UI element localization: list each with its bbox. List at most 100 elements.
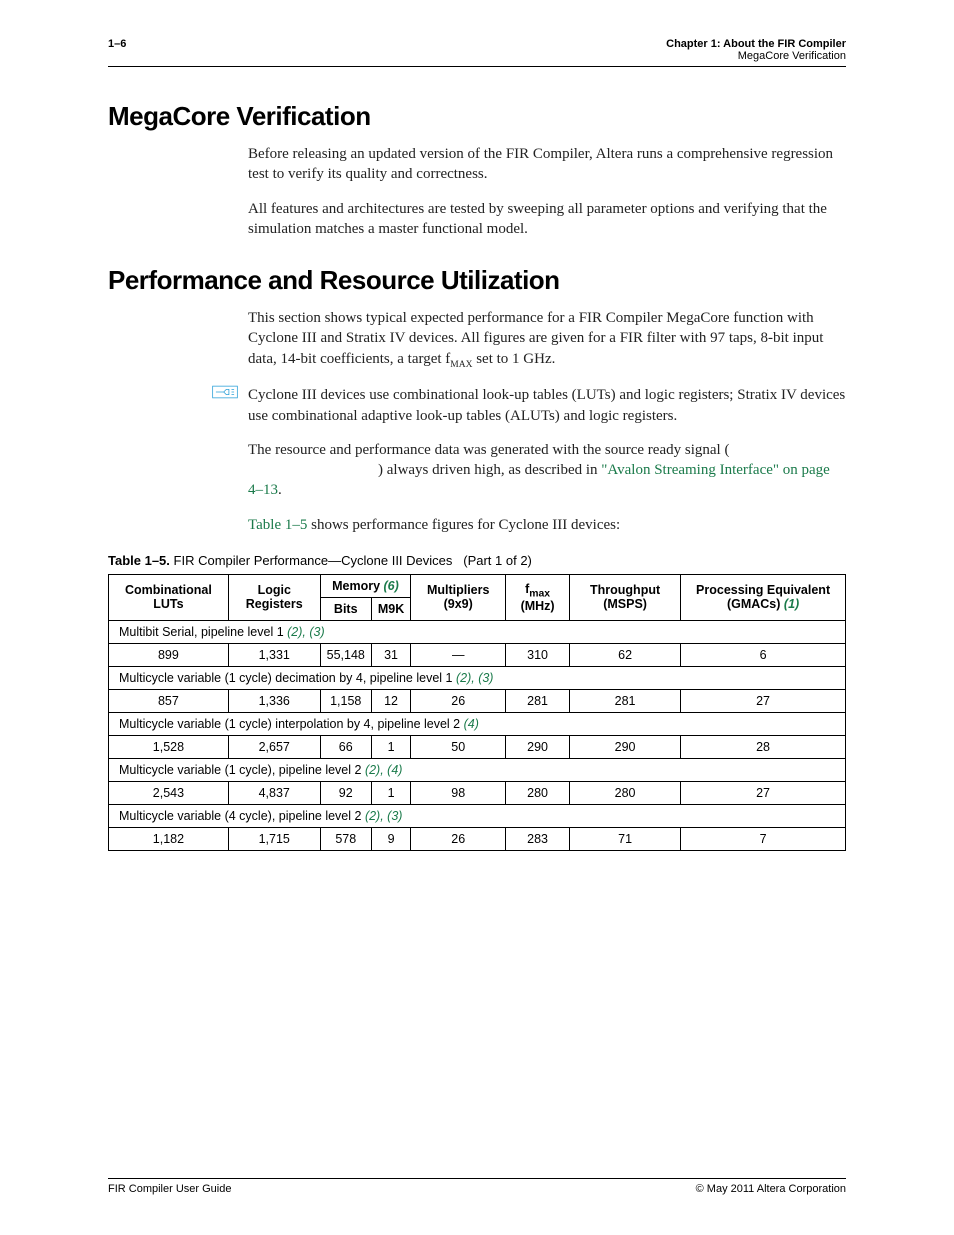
section2-body: This section shows typical expected perf…: [248, 308, 846, 371]
document-page: 1–6 Chapter 1: About the FIR Compiler Me…: [0, 0, 954, 1235]
table-group-row: Multicycle variable (1 cycle), pipeline …: [109, 758, 846, 781]
table-group-row: Multicycle variable (4 cycle), pipeline …: [109, 804, 846, 827]
cell: —: [411, 643, 506, 666]
table-row: 2,5434,8379219828028027: [109, 781, 846, 804]
group-label: Multicycle variable (1 cycle) decimation…: [109, 666, 846, 689]
cell: 71: [570, 827, 681, 850]
text: Multibit Serial, pipeline level 1: [119, 625, 287, 639]
table-row: 1,1821,715578926283717: [109, 827, 846, 850]
xref-link[interactable]: Table 1–5: [248, 517, 307, 533]
text: ) always driven high, as described in: [378, 462, 601, 478]
footer-left: FIR Compiler User Guide: [108, 1183, 231, 1195]
cell: 6: [681, 643, 846, 666]
table-row: 1,5282,6576615029029028: [109, 735, 846, 758]
note-block: Cyclone III devices use combinational lo…: [108, 385, 846, 426]
table-group-row: Multicycle variable (1 cycle) decimation…: [109, 666, 846, 689]
group-label: Multicycle variable (1 cycle), pipeline …: [109, 758, 846, 781]
cell: 283: [506, 827, 570, 850]
header-right: Chapter 1: About the FIR Compiler MegaCo…: [666, 38, 846, 62]
text: The resource and performance data was ge…: [248, 442, 729, 458]
note-ref[interactable]: (1): [784, 597, 799, 611]
cell: 4,837: [228, 781, 320, 804]
col-logic-regs: Logic Registers: [228, 574, 320, 620]
table-body: Multibit Serial, pipeline level 1 (2), (…: [109, 620, 846, 850]
table-label: Table 1–5.: [108, 553, 170, 568]
text: Multicycle variable (1 cycle) decimation…: [119, 671, 456, 685]
subscript: MAX: [450, 360, 472, 370]
cell: 66: [320, 735, 371, 758]
group-label: Multibit Serial, pipeline level 1 (2), (…: [109, 620, 846, 643]
group-label: Multicycle variable (4 cycle), pipeline …: [109, 804, 846, 827]
note-ref[interactable]: (6): [384, 579, 399, 593]
cell: 55,148: [320, 643, 371, 666]
note-ref[interactable]: (2), (4): [365, 763, 403, 777]
table-part: (Part 1 of 2): [463, 553, 532, 568]
table-row: 8571,3361,158122628128127: [109, 689, 846, 712]
cell: 27: [681, 781, 846, 804]
cell: 98: [411, 781, 506, 804]
para: Before releasing an updated version of t…: [248, 144, 846, 185]
cell: 92: [320, 781, 371, 804]
page-number: 1–6: [108, 38, 126, 50]
col-bits: Bits: [320, 597, 371, 620]
table-row: 8991,33155,14831—310626: [109, 643, 846, 666]
text: Memory: [332, 579, 380, 593]
note-ref[interactable]: (4): [464, 717, 479, 731]
note-ref[interactable]: (2), (3): [456, 671, 494, 685]
cell: 1,158: [320, 689, 371, 712]
cell: 578: [320, 827, 371, 850]
text: (MHz): [521, 599, 555, 613]
text: Processing Equivalent (GMACs): [696, 583, 830, 611]
table-head: Combinational LUTs Logic Registers Memor…: [109, 574, 846, 620]
text: set to 1 GHz.: [472, 351, 555, 367]
chapter-title: Chapter 1: About the FIR Compiler: [666, 38, 846, 50]
section1-body: Before releasing an updated version of t…: [248, 144, 846, 239]
cell: 1,331: [228, 643, 320, 666]
cell: 280: [506, 781, 570, 804]
cell: 1,528: [109, 735, 229, 758]
heading-megacore-verification: MegaCore Verification: [108, 101, 846, 132]
cell: 1: [371, 781, 410, 804]
cell: 12: [371, 689, 410, 712]
cell: 26: [411, 689, 506, 712]
cell: 1,336: [228, 689, 320, 712]
cell: 290: [570, 735, 681, 758]
cell: 310: [506, 643, 570, 666]
cell: 26: [411, 827, 506, 850]
note-ref[interactable]: (2), (3): [365, 809, 403, 823]
col-m9k: M9K: [371, 597, 410, 620]
text: shows performance figures for Cyclone II…: [311, 517, 620, 533]
cell: 2,657: [228, 735, 320, 758]
cell: 1,715: [228, 827, 320, 850]
table-title: FIR Compiler Performance—Cyclone III Dev…: [174, 553, 453, 568]
performance-table: Combinational LUTs Logic Registers Memor…: [108, 574, 846, 851]
cell: 28: [681, 735, 846, 758]
page-header: 1–6 Chapter 1: About the FIR Compiler Me…: [108, 38, 846, 62]
para: This section shows typical expected perf…: [248, 308, 846, 371]
page-footer: FIR Compiler User Guide © May 2011 Alter…: [108, 1178, 846, 1195]
section2-body-cont: The resource and performance data was ge…: [248, 440, 846, 535]
group-label: Multicycle variable (1 cycle) interpolat…: [109, 712, 846, 735]
subscript: max: [529, 588, 550, 599]
cell: 31: [371, 643, 410, 666]
text: Multicycle variable (1 cycle), pipeline …: [119, 763, 365, 777]
footer-right: © May 2011 Altera Corporation: [696, 1183, 846, 1195]
text: .: [278, 482, 282, 498]
col-processing: Processing Equivalent (GMACs) (1): [681, 574, 846, 620]
table-group-row: Multibit Serial, pipeline level 1 (2), (…: [109, 620, 846, 643]
cell: 1: [371, 735, 410, 758]
para: Table 1–5 shows performance figures for …: [248, 515, 846, 535]
col-fmax: fmax (MHz): [506, 574, 570, 620]
note-ref[interactable]: (2), (3): [287, 625, 325, 639]
cell: 9: [371, 827, 410, 850]
para: The resource and performance data was ge…: [248, 440, 846, 501]
cell: 62: [570, 643, 681, 666]
cell: 50: [411, 735, 506, 758]
cell: 280: [570, 781, 681, 804]
text: Multicycle variable (4 cycle), pipeline …: [119, 809, 365, 823]
cell: 281: [506, 689, 570, 712]
col-comb-luts: Combinational LUTs: [109, 574, 229, 620]
note-text: Cyclone III devices use combinational lo…: [248, 385, 846, 426]
header-rule: [108, 66, 846, 67]
hand-pointer-icon: [108, 385, 248, 404]
